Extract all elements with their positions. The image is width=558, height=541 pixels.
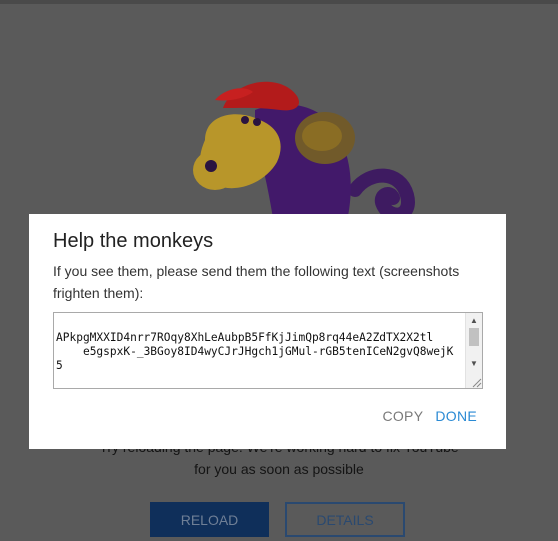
reload-button[interactable]: RELOAD xyxy=(150,502,269,537)
scroll-down-arrow-icon[interactable]: ▼ xyxy=(466,356,482,370)
copy-button[interactable]: COPY xyxy=(382,408,423,424)
done-button[interactable]: DONE xyxy=(435,408,477,424)
scroll-up-arrow-icon[interactable]: ▲ xyxy=(466,313,482,327)
error-message-line-2: for you as soon as possible xyxy=(194,461,364,477)
top-bar xyxy=(0,0,558,4)
dialog-title: Help the monkeys xyxy=(53,230,214,252)
resize-grip-icon[interactable] xyxy=(470,376,482,388)
help-dialog: Help the monkeys If you see them, please… xyxy=(29,214,506,449)
details-button[interactable]: DETAILS xyxy=(285,502,405,537)
scroll-thumb[interactable] xyxy=(469,328,479,346)
monkey-illustration xyxy=(193,81,415,230)
error-code-textarea[interactable]: APkpgMXXID4nrr7ROqy8XhLeAubpB5FfKjJimQp8… xyxy=(53,312,483,389)
error-code-text: APkpgMXXID4nrr7ROqy8XhLeAubpB5FfKjJimQp8… xyxy=(56,331,454,372)
dialog-instructions: If you see them, please send them the fo… xyxy=(53,263,460,301)
dialog-actions: COPY DONE xyxy=(382,408,477,424)
